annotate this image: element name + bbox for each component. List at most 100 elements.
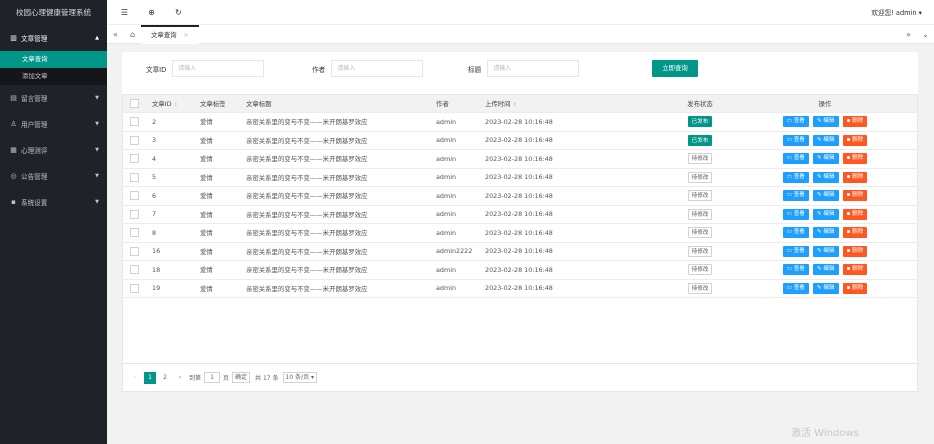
edit-button[interactable]: ✎ 编辑 xyxy=(812,264,839,276)
row-checkbox[interactable] xyxy=(129,135,139,145)
pencil-icon: ✎ xyxy=(816,247,822,254)
tabs-scroll-left-icon[interactable]: « xyxy=(107,30,124,39)
next-page-button[interactable]: › xyxy=(174,372,186,384)
title-input[interactable]: 请输入 xyxy=(487,60,580,77)
sidebar-menu-label: 文章管理 xyxy=(21,35,48,43)
page-2-button[interactable]: 2 xyxy=(159,372,171,384)
chevron-down-icon: ▼ xyxy=(95,147,99,153)
status-badge: 已发布 xyxy=(687,134,713,146)
view-button[interactable]: ▭ 查看 xyxy=(782,171,809,183)
sidebar-menu-item[interactable]: ▪ 系统设置 ▼ xyxy=(0,189,107,215)
cell-author: admin xyxy=(430,168,479,187)
delete-button[interactable]: ▪ 删除 xyxy=(842,208,868,220)
row-checkbox[interactable] xyxy=(129,154,139,164)
total-count: 共 17 条 xyxy=(255,375,279,382)
edit-button[interactable]: ✎ 编辑 xyxy=(812,190,839,202)
refresh-icon[interactable]: ↻ xyxy=(165,8,192,17)
trash-icon: ▪ xyxy=(846,173,851,180)
table-header-row: 文章ID ⇕ 文章标签 文章标题 作者 上传时间 ⇕ 发布状态 操作 xyxy=(122,94,918,113)
article-id-input[interactable]: 请输入 xyxy=(172,60,265,77)
edit-button[interactable]: ✎ 编辑 xyxy=(812,171,839,183)
row-checkbox[interactable] xyxy=(129,191,139,201)
select-all-checkbox[interactable] xyxy=(129,98,139,108)
trash-icon: ▪ xyxy=(846,266,851,273)
home-icon[interactable]: ⌂ xyxy=(124,30,141,39)
tabs-scroll-right-icon[interactable]: » xyxy=(900,30,917,39)
row-checkbox[interactable] xyxy=(129,209,139,219)
edit-button[interactable]: ✎ 编辑 xyxy=(812,116,839,128)
notice-icon: ◎ xyxy=(10,172,17,180)
col-ops: 操作 xyxy=(732,94,918,113)
goto-confirm-button[interactable]: 确定 xyxy=(232,372,251,383)
pencil-icon: ✎ xyxy=(816,118,822,125)
status-badge: 待修改 xyxy=(687,282,713,294)
sidebar-submenu-item[interactable]: 添加文章 xyxy=(0,68,107,85)
sidebar-menu-item[interactable]: ♙ 用户管理 ▼ xyxy=(0,111,107,137)
col-time[interactable]: 上传时间 ⇕ xyxy=(479,94,668,113)
sort-icon[interactable]: ⇕ xyxy=(513,102,517,108)
row-checkbox[interactable] xyxy=(129,246,139,256)
view-button[interactable]: ▭ 查看 xyxy=(782,134,809,146)
user-menu[interactable]: 欢迎您! admin ▾ xyxy=(871,7,922,17)
view-button[interactable]: ▭ 查看 xyxy=(782,153,809,165)
edit-button[interactable]: ✎ 编辑 xyxy=(812,153,839,165)
prev-page-button[interactable]: ‹ xyxy=(129,372,141,384)
search-button[interactable]: 立即查询 xyxy=(652,60,698,77)
book-icon: ▭ xyxy=(786,118,792,125)
view-button[interactable]: ▭ 查看 xyxy=(782,245,809,257)
table-row: 2 爱情 亲密关系里的变与不变——米开朗基罗效应 admin 2023-02-28 10… xyxy=(122,112,918,132)
edit-button[interactable]: ✎ 编辑 xyxy=(812,227,839,239)
delete-button[interactable]: ▪ 删除 xyxy=(842,227,868,239)
delete-button[interactable]: ▪ 删除 xyxy=(842,282,868,294)
cell-title: 亲密关系里的变与不变——米开朗基罗效应 xyxy=(240,149,430,169)
view-button[interactable]: ▭ 查看 xyxy=(782,282,809,294)
author-input[interactable]: 请输入 xyxy=(331,60,424,77)
delete-button[interactable]: ▪ 删除 xyxy=(842,245,868,257)
sidebar-menu-item[interactable]: ▦ 心理测评 ▼ xyxy=(0,137,107,163)
chevron-down-icon[interactable]: ⌄ xyxy=(917,30,934,39)
delete-button[interactable]: ▪ 删除 xyxy=(842,153,868,165)
col-author: 作者 xyxy=(430,94,479,113)
sidebar-submenu-item[interactable]: 文章查询 xyxy=(0,51,107,68)
menu-toggle-icon[interactable]: ☰ xyxy=(111,8,138,17)
close-icon[interactable]: ✕ xyxy=(184,26,189,45)
edit-button[interactable]: ✎ 编辑 xyxy=(812,245,839,257)
sidebar-menu-item[interactable]: ◎ 公告管理 ▼ xyxy=(0,163,107,189)
delete-button[interactable]: ▪ 删除 xyxy=(842,116,868,128)
page-1-button[interactable]: 1 xyxy=(144,371,156,384)
page-size-select[interactable]: 10 条/页 ▾ xyxy=(282,372,317,383)
delete-button[interactable]: ▪ 删除 xyxy=(842,264,868,276)
edit-button[interactable]: ✎ 编辑 xyxy=(812,282,839,294)
row-checkbox[interactable] xyxy=(129,117,139,127)
row-checkbox[interactable] xyxy=(129,228,139,238)
sidebar-menu-label: 心理测评 xyxy=(21,147,48,155)
delete-button[interactable]: ▪ 删除 xyxy=(842,171,868,183)
delete-button[interactable]: ▪ 删除 xyxy=(842,134,868,146)
user-icon: ♙ xyxy=(10,120,17,128)
edit-button[interactable]: ✎ 编辑 xyxy=(812,134,839,146)
col-id[interactable]: 文章ID ⇕ xyxy=(146,94,194,113)
row-checkbox[interactable] xyxy=(129,283,139,293)
sidebar-menu-item[interactable]: ▥ 文章管理 ▲ xyxy=(0,25,107,51)
table-row: 5 爱情 亲密关系里的变与不变——米开朗基罗效应 admin 2023-02-28 10… xyxy=(122,168,918,187)
chevron-down-icon: ▼ xyxy=(95,199,99,205)
sort-icon[interactable]: ⇕ xyxy=(174,102,178,108)
view-button[interactable]: ▭ 查看 xyxy=(782,264,809,276)
sidebar-menu-item[interactable]: ▤ 留言管理 ▼ xyxy=(0,85,107,111)
cell-time: 2023-02-28 10:16:48 xyxy=(479,149,668,169)
view-button[interactable]: ▭ 查看 xyxy=(782,190,809,202)
tab-article-query[interactable]: 文章查询 ✕ xyxy=(141,24,199,45)
view-button[interactable]: ▭ 查看 xyxy=(782,227,809,239)
cell-time: 2023-02-28 10:16:48 xyxy=(479,279,668,298)
page-number-input[interactable]: 1 xyxy=(204,372,221,383)
row-checkbox[interactable] xyxy=(129,172,139,182)
view-button[interactable]: ▭ 查看 xyxy=(782,116,809,128)
globe-icon[interactable]: ⊕ xyxy=(138,8,165,17)
chevron-down-icon: ▼ xyxy=(95,121,99,127)
edit-button[interactable]: ✎ 编辑 xyxy=(812,208,839,220)
delete-button[interactable]: ▪ 删除 xyxy=(842,190,868,202)
cell-title: 亲密关系里的变与不变——米开朗基罗效应 xyxy=(240,223,430,243)
view-button[interactable]: ▭ 查看 xyxy=(782,208,809,220)
cell-time: 2023-02-28 10:16:48 xyxy=(479,186,668,206)
row-checkbox[interactable] xyxy=(129,265,139,275)
